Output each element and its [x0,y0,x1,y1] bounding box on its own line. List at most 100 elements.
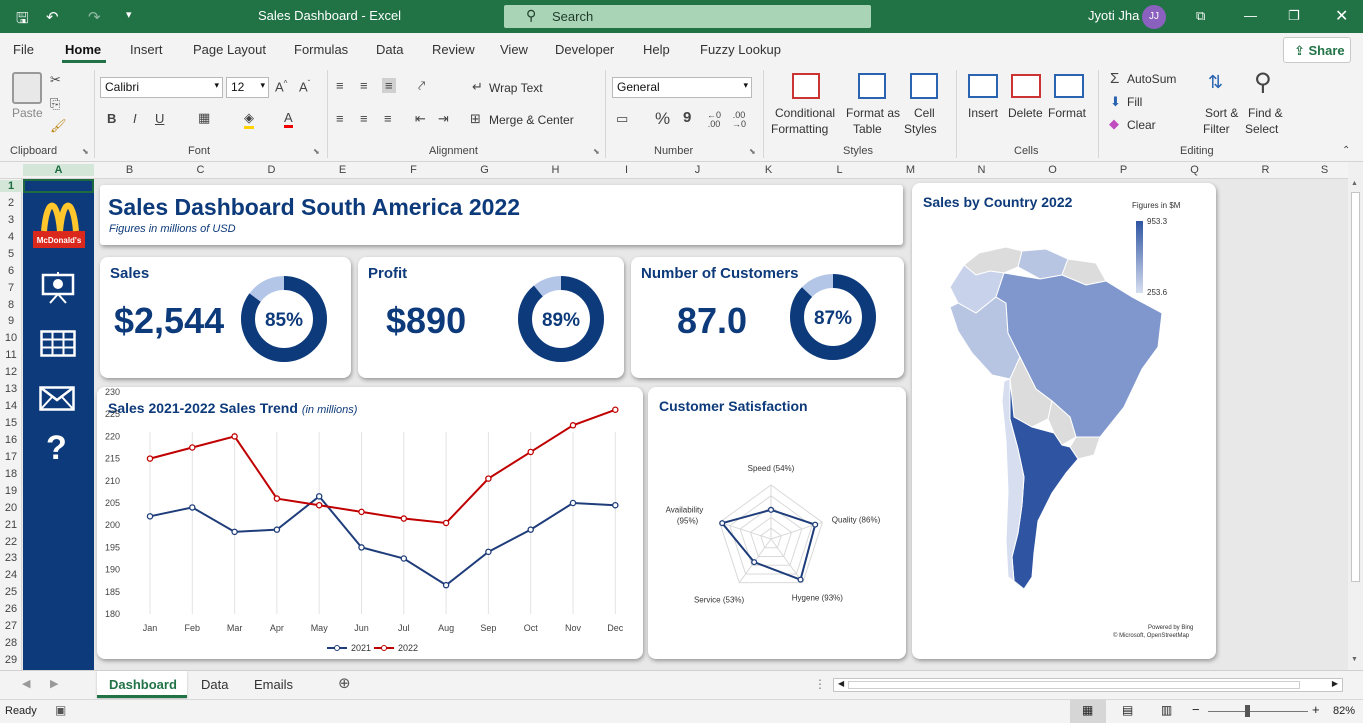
undo-icon[interactable]: ↶ [46,8,59,26]
orientation-icon[interactable]: ⤤ [418,78,425,94]
column-header-i[interactable]: I [591,164,662,176]
column-header-j[interactable]: J [662,164,733,176]
customize-toolbar-icon[interactable]: ▾ [126,8,132,21]
row-header[interactable]: 14 [0,400,22,412]
zoom-slider[interactable] [1208,711,1308,712]
column-header-l[interactable]: L [804,164,875,176]
sort-filter-label-2[interactable]: Filter [1203,122,1230,136]
row-header[interactable]: 13 [0,383,22,395]
fill-button[interactable]: Fill [1127,95,1142,109]
conditional-formatting-label-2[interactable]: Formatting [771,122,828,136]
bold-button[interactable]: B [107,111,116,126]
help-icon[interactable]: ? [46,429,67,468]
tab-formulas[interactable]: Formulas [294,42,348,57]
increase-decimal-icon[interactable]: ←0.00 [707,111,721,129]
scroll-left-icon[interactable]: ◀ [838,679,844,688]
row-header[interactable]: 7 [0,282,22,294]
row-header[interactable]: 5 [0,248,22,260]
comma-style-button[interactable]: 9 [683,109,691,126]
tab-home[interactable]: Home [65,42,101,57]
row-header[interactable]: 28 [0,637,22,649]
wrap-text-button[interactable]: Wrap Text [489,81,543,95]
increase-font-icon[interactable]: A^ [275,79,287,94]
decrease-decimal-icon[interactable]: .00 →0 [732,111,746,129]
save-icon[interactable]: 🖫 [16,8,29,33]
selected-cell-a1[interactable] [23,179,94,193]
cell-styles-label-1[interactable]: Cell [914,106,935,120]
table-icon[interactable] [40,330,76,357]
tab-help[interactable]: Help [643,42,670,57]
tab-insert[interactable]: Insert [130,42,163,57]
restore-icon[interactable]: ❐ [1288,8,1300,24]
row-header[interactable]: 6 [0,265,22,277]
column-header-f[interactable]: F [378,164,449,176]
next-sheet-icon[interactable]: ▶ [50,677,58,690]
add-sheet-icon[interactable]: ⊕ [338,674,351,692]
conditional-formatting-label-1[interactable]: Conditional [775,106,835,120]
row-header[interactable]: 18 [0,468,22,480]
row-header[interactable]: 9 [0,315,22,327]
format-painter-icon[interactable]: 🖌 [50,118,67,134]
column-header-a[interactable]: A [23,164,94,176]
column-header-s[interactable]: S [1301,164,1348,176]
find-select-label-1[interactable]: Find & [1248,106,1283,120]
mail-icon[interactable] [39,386,75,411]
row-header[interactable]: 3 [0,214,22,226]
normal-view-button[interactable]: ▦ [1070,700,1106,723]
fill-color-icon[interactable]: ◈ [244,110,254,129]
align-center-icon[interactable]: ≡ [360,111,368,126]
tab-data[interactable]: Data [376,42,403,57]
italic-button[interactable]: I [133,111,137,126]
tab-view[interactable]: View [500,42,528,57]
font-launcher-icon[interactable]: ⬊ [313,147,320,156]
underline-button[interactable]: U [155,111,164,126]
currency-icon[interactable]: ▭ [616,111,628,127]
h-scroll-thumb[interactable] [848,681,1300,689]
column-header-r[interactable]: R [1230,164,1301,176]
font-size-select[interactable]: 12 ▾ [226,77,269,98]
clear-button[interactable]: Clear [1127,118,1156,132]
row-header[interactable]: 4 [0,231,22,243]
close-icon[interactable]: ✕ [1335,6,1348,26]
row-header[interactable]: 23 [0,552,22,564]
row-header[interactable]: 15 [0,417,22,429]
row-header[interactable]: 26 [0,603,22,615]
row-header[interactable]: 24 [0,569,22,581]
copy-icon[interactable]: ⎘ [50,96,60,112]
row-header[interactable]: 21 [0,519,22,531]
tab-fuzzy-lookup[interactable]: Fuzzy Lookup [700,42,781,57]
row-header[interactable]: 29 [0,654,22,666]
merge-center-button[interactable]: Merge & Center [489,113,574,127]
decrease-font-icon[interactable]: Aˇ [299,79,310,94]
sheet-tab-dashboard[interactable]: Dashboard [97,671,187,698]
page-layout-view-icon[interactable]: ▤ [1122,703,1133,717]
align-top-icon[interactable]: ≡ [336,78,344,93]
tab-page-layout[interactable]: Page Layout [193,42,266,57]
presentation-icon[interactable] [41,272,75,304]
align-bottom-icon[interactable]: ≡ [382,78,396,93]
zoom-in-icon[interactable]: + [1312,702,1320,717]
format-as-table-label-1[interactable]: Format as [846,106,900,120]
delete-button[interactable]: Delete [1008,106,1043,120]
horizontal-scrollbar[interactable]: ◀ ▶ [833,678,1343,692]
decrease-indent-icon[interactable]: ⇤ [415,111,426,127]
insert-button[interactable]: Insert [968,106,998,120]
borders-icon[interactable]: ▦ [198,110,210,126]
clipboard-launcher-icon[interactable]: ⬊ [82,147,89,156]
row-header[interactable]: 19 [0,485,22,497]
column-header-q[interactable]: Q [1159,164,1230,176]
tab-review[interactable]: Review [432,42,475,57]
row-header[interactable]: 27 [0,620,22,632]
number-format-select[interactable]: General ▾ [612,77,752,98]
prev-sheet-icon[interactable]: ◀ [22,677,30,690]
zoom-level[interactable]: 82% [1333,705,1355,717]
column-header-g[interactable]: G [449,164,520,176]
cut-icon[interactable]: ✂ [50,72,61,88]
tab-developer[interactable]: Developer [555,42,614,57]
column-header-m[interactable]: M [875,164,946,176]
row-header[interactable]: 22 [0,536,22,548]
column-header-n[interactable]: N [946,164,1017,176]
sheet-tab-data[interactable]: Data [201,677,228,692]
zoom-out-icon[interactable]: − [1192,702,1200,717]
column-header-o[interactable]: O [1017,164,1088,176]
